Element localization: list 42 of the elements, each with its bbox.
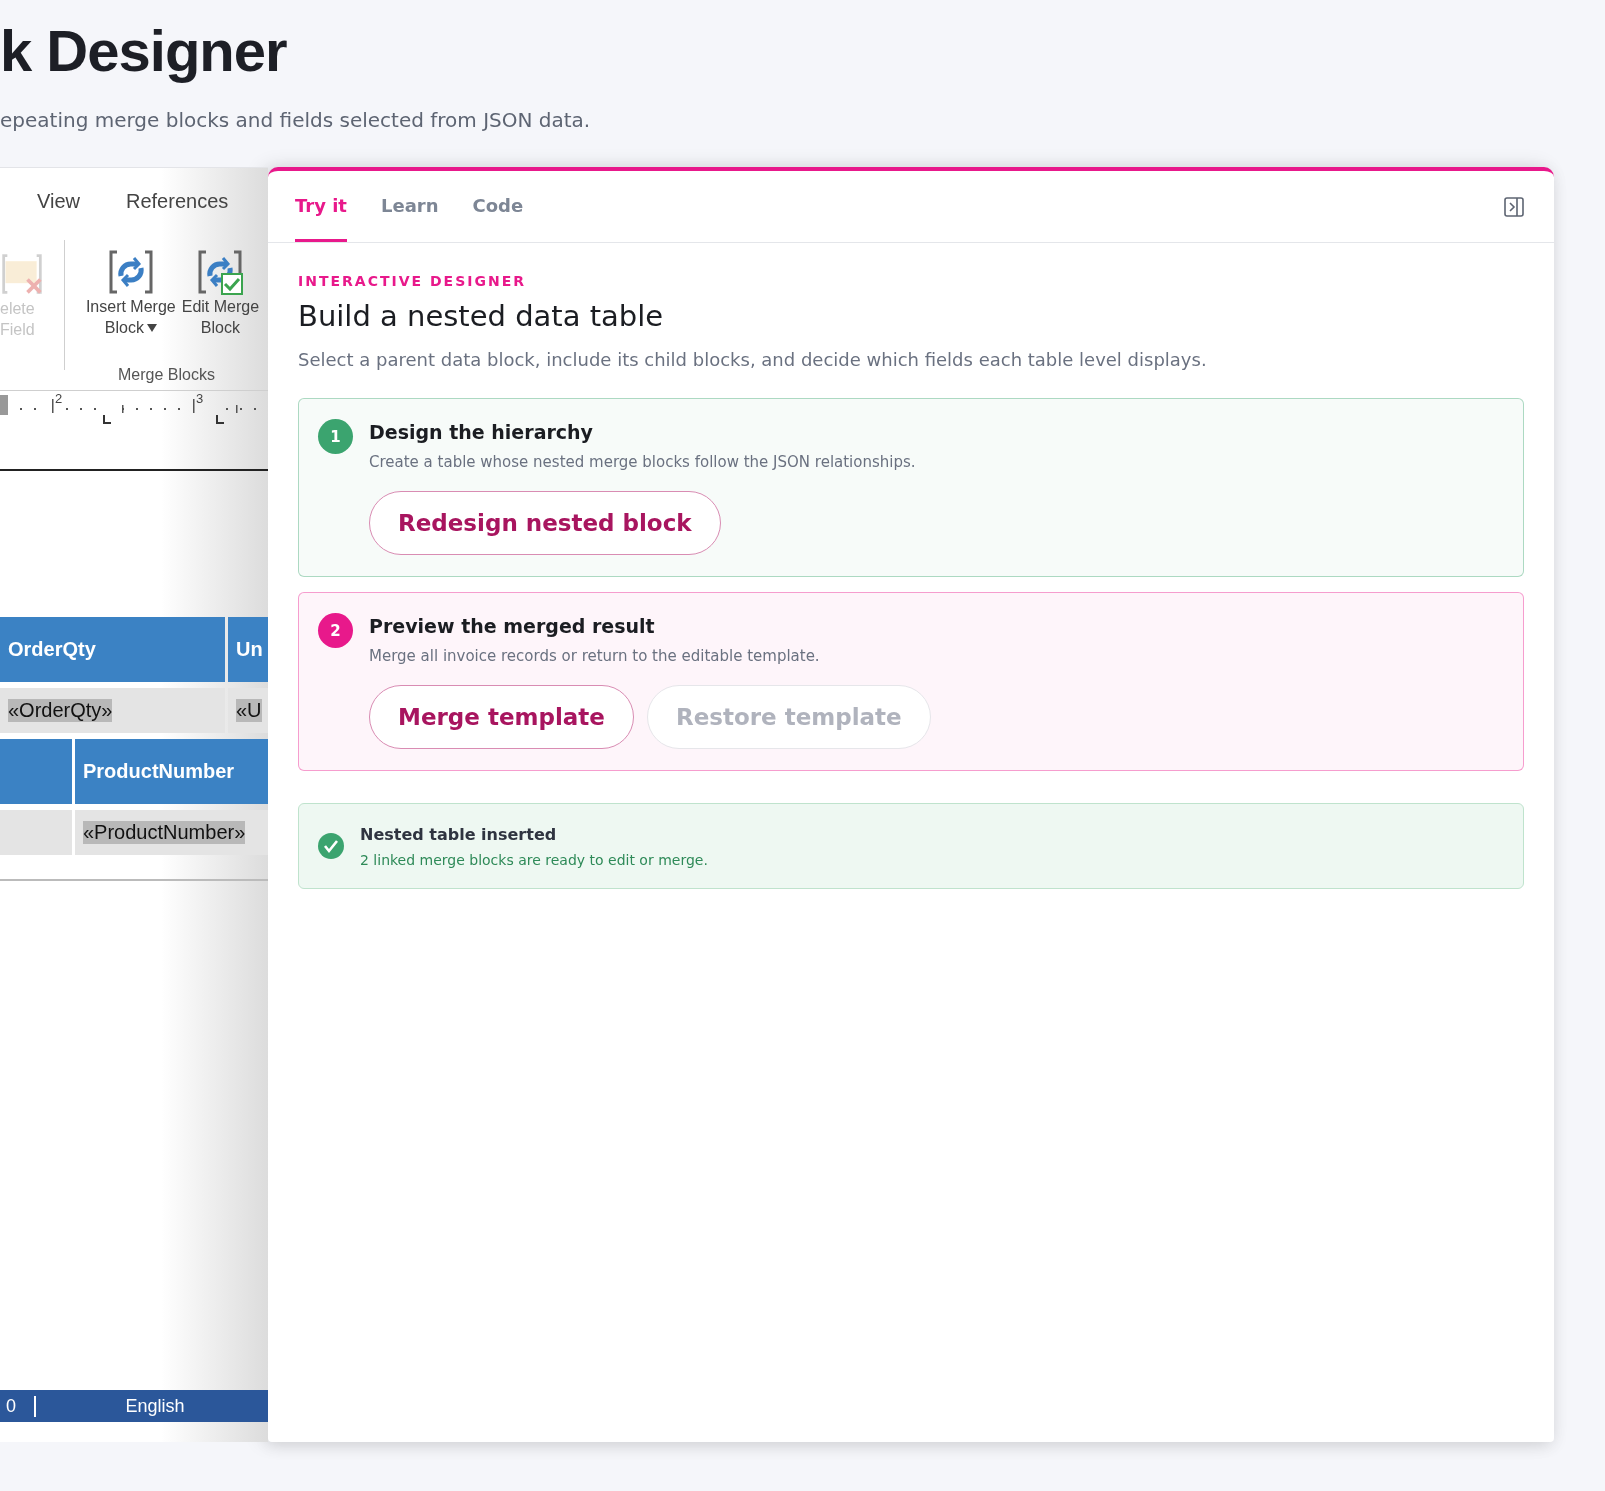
panel-collapse-icon [1504,196,1524,217]
action-button[interactable]: Redesign nested block [369,491,721,555]
caret-icon [146,323,157,332]
page-title: k Designer [0,17,288,85]
step-title: Design the hierarchy [369,421,594,443]
status-item: English [124,1395,186,1417]
page-subtitle: epeating merge blocks and fields selected from JSON data. [0,108,592,132]
ribbon-tab[interactable]: View [37,190,80,238]
ruler-indent-marker[interactable] [0,395,8,415]
merge-field: «OrderQty» [8,699,113,722]
step-number: 1 [318,419,353,454]
step-title: Preview the merged result [369,615,656,637]
ribbon-button[interactable]: Edit Merge Block [181,248,260,338]
collapse-panel-button[interactable] [1504,196,1524,217]
table-header-cell [0,739,72,804]
table-header-cell: Un [228,617,268,682]
notice-message: 2 linked merge blocks are ready to edit or merge. [360,851,708,868]
step-number: 2 [318,613,353,648]
table-header-cell: OrderQty [0,617,225,682]
notice-title: Nested table inserted [360,824,558,844]
panel-title: Build a nested data table [298,299,665,333]
panel-tab[interactable]: Try it [295,171,347,242]
panel-tab[interactable]: Learn [380,171,439,242]
check-circle-icon [318,833,344,859]
action-button[interactable]: Merge template [369,685,634,749]
ribbon-group-label: Merge Blocks [118,366,215,384]
merge-field: «ProductNumber» [83,821,246,844]
panel-tab[interactable]: Code [472,171,524,242]
tab-stop-icon[interactable] [216,414,225,424]
eyebrow-label: INTERACTIVE DESIGNER [298,273,527,289]
step-description: Merge all invoice records or return to the editable template. [369,647,821,665]
step-description: Create a table whose nested merge blocks follow the JSON relationships. [369,453,916,471]
ribbon-button[interactable]: Insert Merge Block [85,248,176,338]
tab-stop-icon[interactable] [103,414,112,424]
ruler-number: 3 [196,391,204,406]
status-item: 0 [0,1395,36,1417]
ruler-number: 2 [55,391,63,406]
edit-merge-block-icon [196,248,245,296]
merge-field: «U [236,699,262,722]
panel-description: Select a parent data block, include its child blocks, and decide which fields each table level displays. [298,349,1208,370]
table-header-cell: ProductNumber [75,739,268,804]
ribbon-tab[interactable]: References [126,190,229,238]
